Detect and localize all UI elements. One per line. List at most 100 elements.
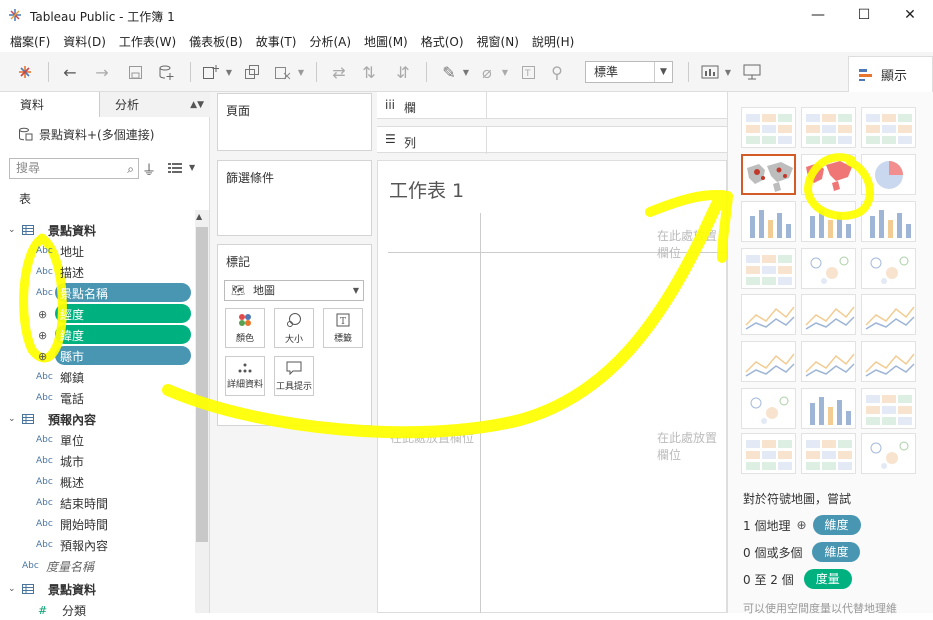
chart-type-gantt-chart[interactable] — [741, 433, 796, 474]
field-item-selected[interactable]: ⊕ 經度 — [36, 304, 84, 324]
duplicate-sheet-icon[interactable] — [240, 61, 264, 83]
chart-type-side-by-side-circle[interactable] — [861, 248, 916, 289]
menu-help[interactable]: 說明(H) — [532, 33, 574, 50]
chart-type-area-discrete[interactable] — [801, 341, 856, 382]
chart-type-bullet-graph[interactable] — [801, 433, 856, 474]
rows-shelf[interactable]: ☰ 列 — [377, 126, 727, 154]
sheet-title[interactable]: 工作表 1 — [389, 176, 464, 203]
chart-type-dual-combination[interactable] — [861, 341, 916, 382]
field-item[interactable]: Abc 描述 — [36, 262, 84, 282]
pin-icon[interactable]: ⚲ — [546, 61, 568, 83]
field-item[interactable]: Abc 鄉鎮 — [36, 367, 84, 387]
scrollbar-thumb[interactable] — [196, 227, 208, 542]
menu-file[interactable]: 檔案(F) — [10, 33, 50, 50]
save-icon[interactable] — [124, 61, 146, 83]
redo-icon[interactable]: → — [90, 61, 114, 83]
field-item[interactable]: Abc 概述 — [36, 472, 84, 492]
presentation-mode-icon[interactable] — [740, 61, 764, 83]
undo-icon[interactable]: ← — [58, 61, 82, 83]
tab-analysis[interactable]: 分析 ▲▼ — [100, 92, 210, 117]
chart-type-symbol-map[interactable] — [741, 154, 796, 195]
menu-map[interactable]: 地圖(M) — [364, 33, 408, 50]
chart-type-histogram[interactable] — [801, 388, 856, 429]
field-item[interactable]: # 分類 — [38, 600, 86, 620]
chart-type-area-continuous[interactable] — [741, 341, 796, 382]
menu-dashboard[interactable]: 儀表板(B) — [189, 33, 243, 50]
highlight-icon[interactable]: ✎ — [438, 61, 460, 83]
fit-select[interactable]: 標準 ▼ — [585, 61, 673, 83]
pages-shelf[interactable]: 頁面 — [217, 93, 372, 151]
chart-type-scatter-plot[interactable] — [741, 388, 796, 429]
chart-type-circle-view[interactable] — [801, 248, 856, 289]
table-node[interactable]: ⌄ 預報內容 — [8, 409, 96, 429]
label-button[interactable]: T 標籤 — [323, 308, 363, 348]
new-datasource-icon[interactable] — [154, 61, 178, 83]
sort-descending-icon[interactable]: ⇵ — [392, 61, 414, 83]
tab-toggle-icon[interactable]: ▲▼ — [190, 92, 204, 118]
chart-type-filled-map[interactable] — [801, 154, 856, 195]
close-button[interactable]: ✕ — [887, 0, 933, 30]
field-item[interactable]: Abc 城市 — [36, 451, 84, 471]
chart-type-heat-map[interactable] — [801, 107, 856, 148]
chart-type-pie-chart[interactable] — [861, 154, 916, 195]
filter-icon[interactable]: ⏚ — [142, 160, 156, 180]
tooltip-button[interactable]: 工具提示 — [274, 356, 314, 396]
menu-data[interactable]: 資料(D) — [63, 33, 106, 50]
new-worksheet-icon[interactable] — [198, 61, 222, 83]
group-paperclip-icon[interactable]: ⌀ — [476, 61, 498, 83]
chevron-down-icon[interactable]: ▼ — [723, 61, 733, 83]
chart-type-dual-line[interactable] — [861, 294, 916, 335]
field-item-selected[interactable]: ⊕ 縣市 — [36, 346, 84, 366]
chart-type-line-continuous[interactable] — [741, 294, 796, 335]
datasource-item[interactable]: 景點資料+(多個連接) — [18, 126, 154, 143]
chart-type-packed-bubbles[interactable] — [861, 433, 916, 474]
chart-type-box-whisker[interactable] — [861, 388, 916, 429]
chart-type-horizontal-bar[interactable] — [741, 201, 796, 242]
chevron-down-icon[interactable]: ▼ — [224, 61, 234, 83]
columns-shelf[interactable]: iii 欄 — [377, 92, 727, 119]
swap-icon[interactable]: ⇄ — [328, 61, 350, 83]
menu-story[interactable]: 故事(T) — [256, 33, 297, 50]
menu-window[interactable]: 視窗(N) — [477, 33, 519, 50]
field-item[interactable]: Abc 單位 — [36, 430, 84, 450]
size-button[interactable]: 大小 — [274, 308, 314, 348]
drop-field-rows[interactable]: 在此處放置欄位 — [390, 429, 474, 446]
scroll-up-icon[interactable]: ▲ — [196, 212, 202, 221]
tab-data[interactable]: 資料 — [0, 92, 100, 117]
field-item[interactable]: Abc 預報內容 — [36, 535, 108, 555]
detail-button[interactable]: 詳細資料 — [225, 356, 265, 396]
field-item-selected[interactable]: Abc 景點名稱 — [36, 283, 108, 303]
chart-type-stacked-bar[interactable] — [801, 201, 856, 242]
field-item[interactable]: Abc 電話 — [36, 388, 84, 408]
clear-sheet-icon[interactable] — [270, 61, 294, 83]
mark-type-select[interactable]: 🗺 地圖 ▼ — [224, 280, 364, 301]
chart-type-text-table[interactable] — [741, 107, 796, 148]
field-item-selected[interactable]: ⊕ 緯度 — [36, 325, 84, 345]
tableau-logo-icon[interactable] — [14, 61, 36, 83]
drop-field-columns[interactable]: 在此處放置欄位 — [657, 227, 726, 261]
menu-analysis[interactable]: 分析(A) — [309, 33, 351, 50]
maximize-button[interactable]: ☐ — [841, 0, 887, 30]
chevron-down-icon[interactable]: ▼ — [461, 61, 471, 83]
filters-shelf[interactable]: 篩選條件 — [217, 160, 372, 236]
chart-type-highlight-table[interactable] — [861, 107, 916, 148]
search-input[interactable]: 搜尋 ⌕ — [9, 158, 139, 179]
chevron-down-icon[interactable]: ⌄ — [8, 414, 22, 424]
menu-worksheet[interactable]: 工作表(W) — [119, 33, 176, 50]
chart-type-treemap[interactable] — [741, 248, 796, 289]
table-node[interactable]: ⌄ 景點資料 — [8, 220, 96, 240]
chevron-down-icon[interactable]: ▼ — [189, 163, 195, 172]
show-labels-icon[interactable]: T — [517, 61, 539, 83]
menu-format[interactable]: 格式(O) — [421, 33, 464, 50]
worksheet-view[interactable]: 工作表 1 在此處放置欄位 在此處放置欄位 在此處放置欄位 — [377, 160, 728, 613]
field-item[interactable]: Abc 開始時間 — [36, 514, 108, 534]
chart-type-line-discrete[interactable] — [801, 294, 856, 335]
field-item[interactable]: Abc 地址 — [36, 241, 84, 261]
field-item[interactable]: Abc 結束時間 — [36, 493, 108, 513]
chart-type-side-by-side-bar[interactable] — [861, 201, 916, 242]
field-item[interactable]: Abc 度量名稱 — [22, 556, 94, 576]
chevron-down-icon[interactable]: ▼ — [500, 61, 510, 83]
show-cards-icon[interactable] — [698, 61, 722, 83]
chevron-down-icon[interactable]: ⌄ — [8, 225, 22, 235]
show-me-tab[interactable]: 顯示 — [848, 56, 933, 92]
